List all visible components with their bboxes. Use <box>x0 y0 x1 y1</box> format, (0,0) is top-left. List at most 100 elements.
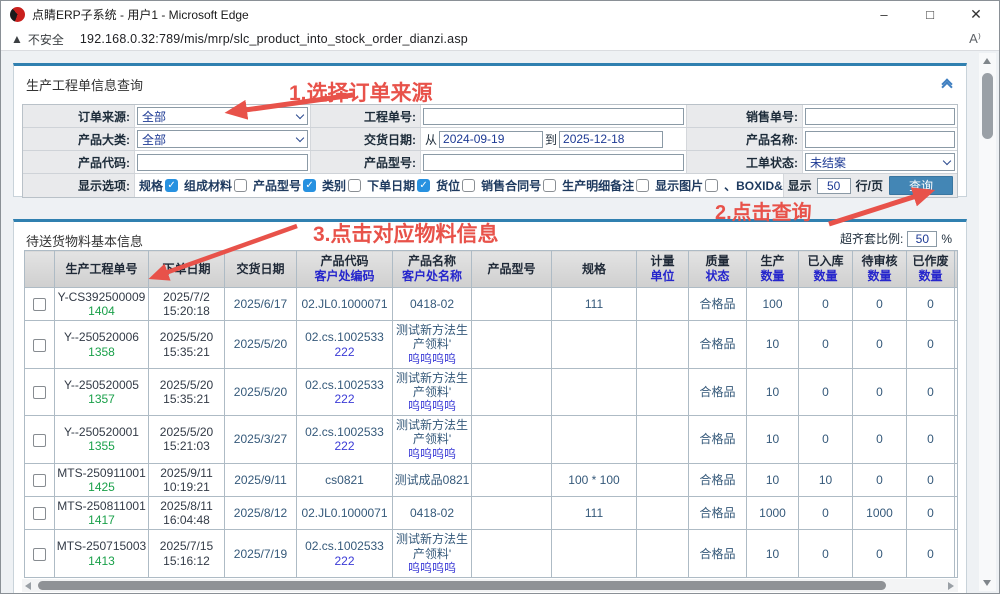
qty-instock-cell: 0 <box>799 321 853 368</box>
table-row: Y-CS39250000914042025/7/2 15:20:182025/6… <box>25 288 958 321</box>
column-header-line1: 待审核 <box>854 254 905 269</box>
product-model-input[interactable] <box>423 154 684 171</box>
order-no[interactable]: MTS-250715003 <box>56 539 147 553</box>
customer-code[interactable]: 222 <box>298 345 391 359</box>
column-header: 生产工程单号 <box>55 251 149 288</box>
customer-code[interactable]: 222 <box>298 439 391 453</box>
scroll-down-icon[interactable] <box>983 580 991 586</box>
display-option-checkbox[interactable] <box>234 179 247 192</box>
column-header-line1: 产品代码 <box>298 254 391 269</box>
qty-production-cell: 1000 <box>747 497 799 530</box>
customer-name[interactable]: 呜呜呜呜 <box>394 399 470 413</box>
row-checkbox[interactable] <box>33 474 46 487</box>
order-status-select[interactable]: 未结案 <box>805 153 955 171</box>
materials-table-body: Y-CS39250000914042025/7/2 15:20:182025/6… <box>25 288 958 579</box>
scroll-up-icon[interactable] <box>983 58 991 64</box>
horizontal-scrollbar[interactable] <box>22 579 958 592</box>
product-model-cell <box>472 463 552 496</box>
close-button[interactable]: ✕ <box>953 1 999 28</box>
product-class-select[interactable]: 全部 <box>137 130 308 148</box>
vertical-scroll-thumb[interactable] <box>982 73 993 139</box>
display-options-list: 规格✓组成材料产品型号✓类别下单日期✓货位销售合同号生产明细备注显示图片、BOX… <box>135 174 784 197</box>
read-aloud-icon[interactable]: A⁾ <box>969 31 989 47</box>
date-to-input[interactable] <box>559 131 663 148</box>
chevron-down-icon <box>296 133 304 141</box>
product-code-cell: 02.cs.1002533222 <box>297 530 393 577</box>
quality-status-cell: 合格品 <box>689 416 747 463</box>
qty-void-cell: 0 <box>907 321 955 368</box>
order-no-cell[interactable]: MTS-2507150031413 <box>55 530 149 577</box>
order-no[interactable]: Y--250520006 <box>56 330 147 344</box>
display-option-checkbox[interactable] <box>348 179 361 192</box>
order-no[interactable]: Y-CS392500009 <box>56 290 147 304</box>
column-header-line2: 客户处编码 <box>298 269 391 284</box>
qty-pending-cell: 1000 <box>853 497 907 530</box>
product-code-input[interactable] <box>137 154 308 171</box>
url-text[interactable]: 192.168.0.32:789/mis/mrp/slc_product_int… <box>80 32 468 46</box>
column-header-line1: 生产 <box>748 254 797 269</box>
qty-pending-cell: 0 <box>853 530 907 577</box>
order-id: 1355 <box>56 439 147 453</box>
maximize-button[interactable]: □ <box>907 1 953 28</box>
customer-name[interactable]: 呜呜呜呜 <box>394 561 470 575</box>
display-option-checkbox[interactable] <box>543 179 556 192</box>
order-no-cell[interactable]: Y--2505200061358 <box>55 321 149 368</box>
customer-name[interactable]: 呜呜呜呜 <box>394 352 470 366</box>
url-bar: ▲ 不安全 192.168.0.32:789/mis/mrp/slc_produ… <box>1 28 999 51</box>
product-name-cell: 0418-02 <box>393 288 472 321</box>
collapse-panel-icon[interactable] <box>940 80 954 94</box>
project-no-input[interactable] <box>423 108 684 125</box>
qty-production-cell: 100 <box>747 288 799 321</box>
customer-code[interactable]: 222 <box>298 392 391 406</box>
order-no-cell[interactable]: Y--2505200011355 <box>55 416 149 463</box>
display-option-checkbox[interactable] <box>636 179 649 192</box>
display-option-checkbox[interactable]: ✓ <box>417 179 430 192</box>
order-no[interactable]: Y--250520001 <box>56 425 147 439</box>
sales-no-input[interactable] <box>805 108 955 125</box>
order-no[interactable]: MTS-250811001 <box>56 499 147 513</box>
scroll-right-icon[interactable] <box>948 582 954 590</box>
search-button[interactable]: 查询 <box>889 176 953 195</box>
column-header-line1: 产品名称 <box>394 254 470 269</box>
minimize-button[interactable]: – <box>861 1 907 28</box>
sales-no-label: 销售单号: <box>687 105 803 127</box>
order-no-cell[interactable]: MTS-2508110011417 <box>55 497 149 530</box>
order-no-cell[interactable]: Y-CS3925000091404 <box>55 288 149 321</box>
quality-status-cell: 合格品 <box>689 577 747 578</box>
product-code-cell: 02.cs.1002533222 <box>297 577 393 578</box>
row-checkbox[interactable] <box>33 339 46 352</box>
display-option-checkbox[interactable] <box>462 179 475 192</box>
order-no[interactable]: MTS-250911001 <box>56 466 147 480</box>
unit-cell <box>637 463 689 496</box>
ratio-input[interactable] <box>907 231 937 247</box>
customer-code[interactable]: 222 <box>298 554 391 568</box>
rows-per-page-input[interactable] <box>817 178 851 194</box>
display-option-checkbox[interactable]: ✓ <box>303 179 316 192</box>
scroll-left-icon[interactable] <box>25 582 31 590</box>
horizontal-scroll-thumb[interactable] <box>38 581 886 590</box>
order-no-cell[interactable]: MTS-2507150021412 <box>55 577 149 578</box>
order-no-cell[interactable]: Y--2505200051357 <box>55 368 149 415</box>
qty-production-cell: 10 <box>747 321 799 368</box>
row-checkbox[interactable] <box>33 548 46 561</box>
row-checkbox[interactable] <box>33 386 46 399</box>
query-form: 订单来源: 全部 工程单号: 销售单号: 产品大类: <box>22 104 958 198</box>
row-checkbox[interactable] <box>33 507 46 520</box>
product-name-input[interactable] <box>805 131 955 148</box>
display-option-checkbox[interactable] <box>705 179 718 192</box>
qty-instock-cell: 0 <box>799 497 853 530</box>
customer-name[interactable]: 呜呜呜呜 <box>394 447 470 461</box>
row-checkbox[interactable] <box>33 434 46 447</box>
chevron-down-icon <box>296 110 304 118</box>
order-no-cell[interactable]: MTS-2509110011425 <box>55 463 149 496</box>
vertical-scrollbar[interactable] <box>979 53 996 591</box>
row-checkbox[interactable] <box>33 298 46 311</box>
quality-status-cell: 合格品 <box>689 530 747 577</box>
order-no[interactable]: Y--250520005 <box>56 378 147 392</box>
product-code-cell: 02.JL0.1000071 <box>297 288 393 321</box>
display-option-checkbox[interactable]: ✓ <box>165 179 178 192</box>
date-from-input[interactable] <box>439 131 543 148</box>
display-option-label: 下单日期 <box>367 177 415 194</box>
order-source-select[interactable]: 全部 <box>137 107 308 125</box>
column-header-line1: 质量 <box>690 254 745 269</box>
